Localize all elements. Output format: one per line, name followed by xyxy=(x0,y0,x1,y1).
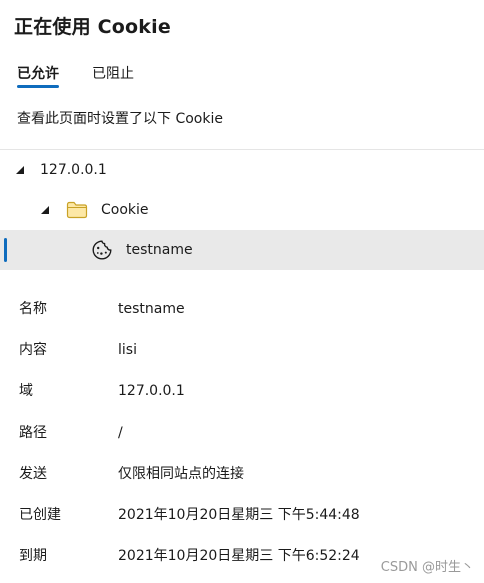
folder-icon xyxy=(66,201,88,219)
detail-key: 名称 xyxy=(19,301,47,317)
detail-key: 已创建 xyxy=(19,507,61,523)
detail-key: 发送 xyxy=(19,466,47,482)
detail-value: / xyxy=(118,425,123,441)
tree-item-folder[interactable]: Cookie xyxy=(0,190,484,230)
detail-value: 2021年10月20日星期三 下午5:44:48 xyxy=(118,507,360,523)
detail-key: 路径 xyxy=(19,425,47,441)
detail-row-created: 已创建 2021年10月20日星期三 下午5:44:48 xyxy=(0,495,484,536)
detail-value: lisi xyxy=(118,342,137,358)
tab-blocked[interactable]: 已阻止 xyxy=(92,64,134,88)
cookie-icon xyxy=(92,240,112,260)
selection-indicator xyxy=(4,238,7,262)
detail-value: 仅限相同站点的连接 xyxy=(118,466,244,482)
detail-key: 域 xyxy=(19,383,33,399)
tree-item-folder-label: Cookie xyxy=(101,202,149,218)
detail-value: 127.0.0.1 xyxy=(118,383,185,399)
detail-row-name: 名称 testname xyxy=(0,289,484,330)
detail-row-domain: 域 127.0.0.1 xyxy=(0,371,484,412)
detail-row-content: 内容 lisi xyxy=(0,330,484,371)
caret-expanded-icon[interactable] xyxy=(40,205,50,215)
detail-value: testname xyxy=(118,301,185,317)
detail-value: 2021年10月20日星期三 下午6:52:24 xyxy=(118,548,360,564)
detail-row-path: 路径 / xyxy=(0,413,484,454)
detail-row-send: 发送 仅限相同站点的连接 xyxy=(0,454,484,495)
tree-item-cookie-label: testname xyxy=(126,242,193,258)
detail-key: 内容 xyxy=(19,342,47,358)
watermark: CSDN @时生丶 xyxy=(376,556,474,575)
detail-key: 到期 xyxy=(19,548,47,564)
tab-allowed[interactable]: 已允许 xyxy=(17,64,59,88)
caret-expanded-icon[interactable] xyxy=(15,165,25,175)
tree-item-host[interactable]: 127.0.0.1 xyxy=(0,150,484,190)
tree-item-cookie[interactable]: testname xyxy=(0,230,484,270)
page-title: 正在使用 Cookie xyxy=(14,16,171,38)
description-text: 查看此页面时设置了以下 Cookie xyxy=(17,111,223,127)
tree-item-host-label: 127.0.0.1 xyxy=(40,162,107,178)
